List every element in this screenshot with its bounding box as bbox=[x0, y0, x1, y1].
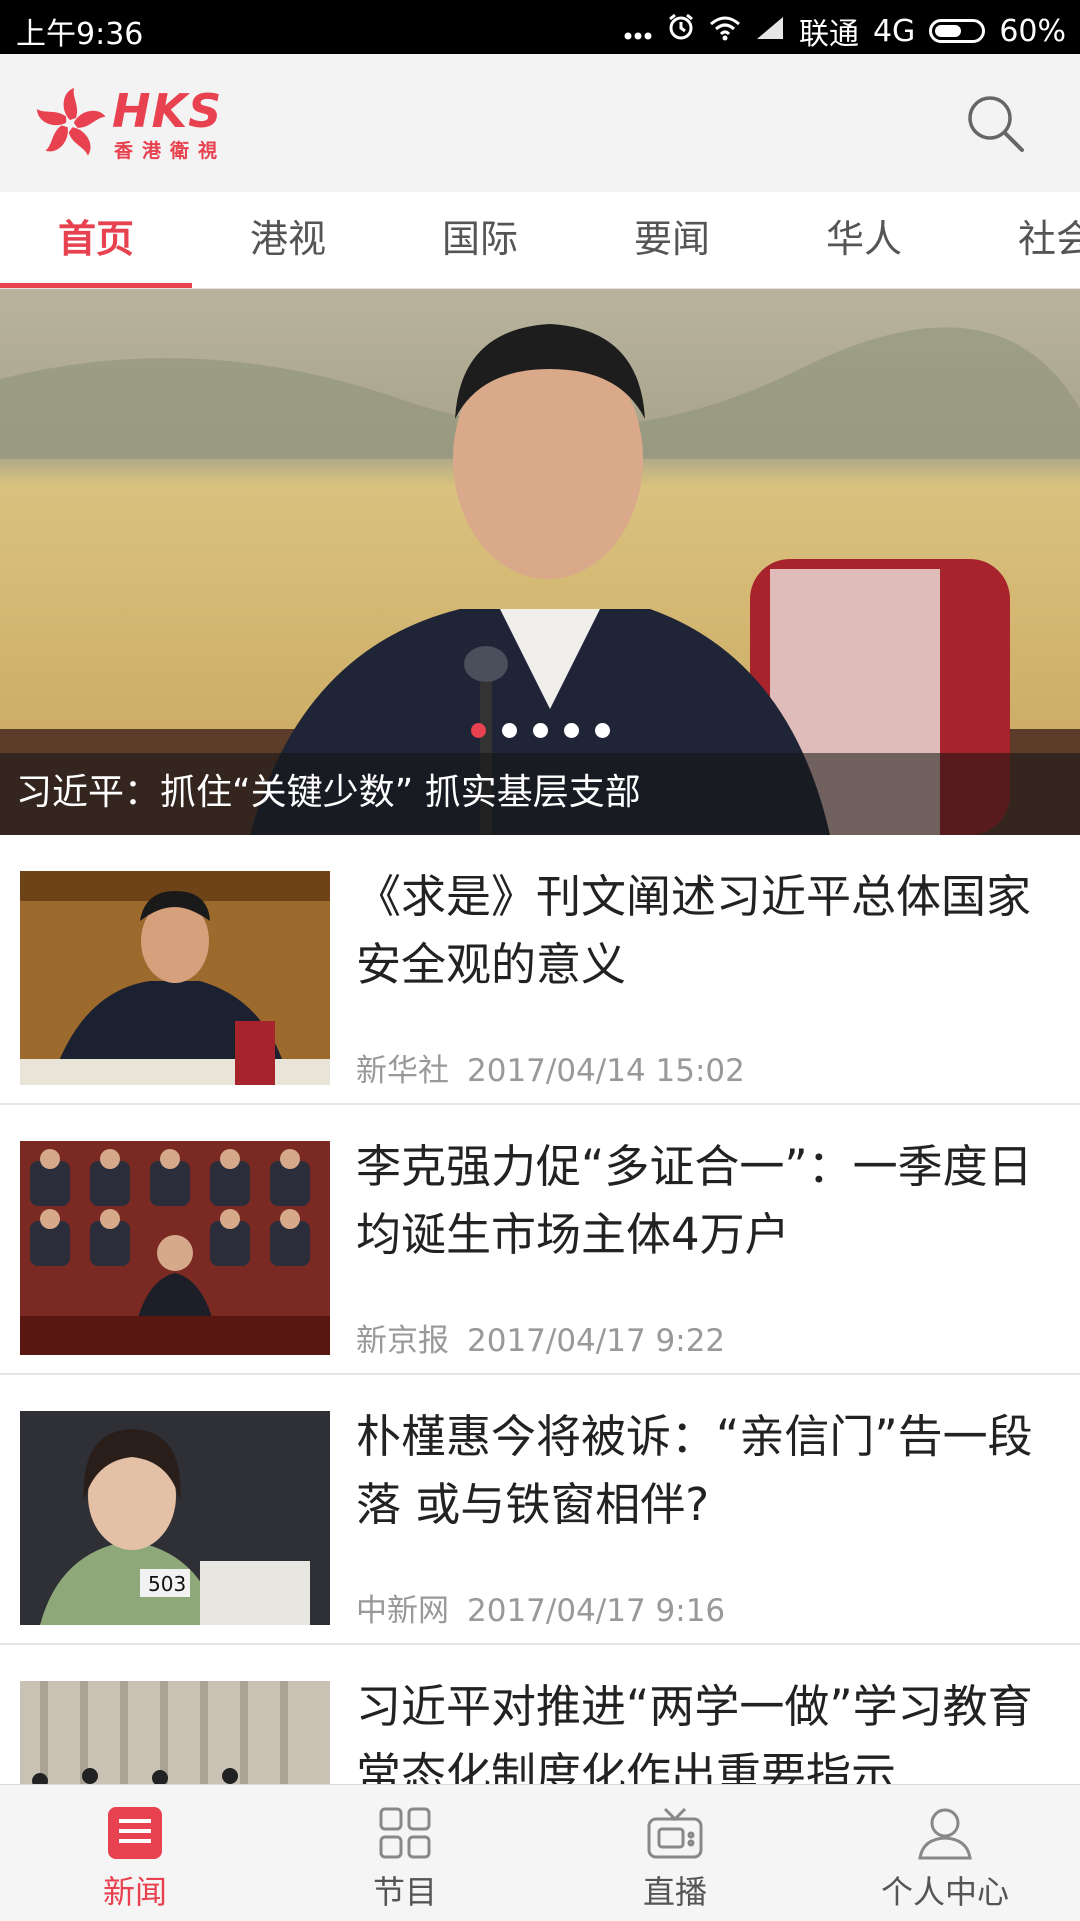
carousel-indicators bbox=[0, 723, 1080, 742]
news-time: 2017/04/17 9:16 bbox=[467, 1593, 726, 1629]
tab-home[interactable]: 首页 bbox=[0, 192, 192, 288]
nav-live-label: 直播 bbox=[642, 1873, 707, 1911]
carrier-label: 联通 bbox=[798, 17, 859, 52]
carousel-dot[interactable] bbox=[563, 723, 579, 738]
search-icon bbox=[968, 96, 1024, 152]
carousel-dot[interactable] bbox=[532, 723, 548, 738]
tv-icon bbox=[647, 1807, 703, 1859]
bauhinia-icon bbox=[36, 88, 106, 156]
network-type: 4G bbox=[872, 13, 916, 49]
bottom-nav: 新闻 节目 直播 个人中心 bbox=[0, 1784, 1080, 1921]
tab-headlines[interactable]: 要闻 bbox=[576, 192, 768, 288]
status-time: 上午9:36 bbox=[16, 17, 144, 52]
nav-news-label: 新闻 bbox=[102, 1873, 167, 1911]
wifi-icon bbox=[709, 14, 741, 49]
category-tabs: 首页 港视 国际 要闻 华人 社会 bbox=[0, 192, 1080, 289]
news-source: 新京报 bbox=[356, 1323, 449, 1359]
alarm-icon bbox=[667, 13, 695, 49]
carousel-dot[interactable] bbox=[594, 723, 610, 738]
news-source: 中新网 bbox=[356, 1593, 449, 1629]
tab-chinese[interactable]: 华人 bbox=[768, 192, 960, 288]
news-meta: 新华社 2017/04/14 15:02 bbox=[356, 1045, 745, 1090]
news-meta: 中新网 2017/04/17 9:16 bbox=[356, 1585, 725, 1630]
news-list: 《求是》刊文阐述习近平总体国家安全观的意义 新华社 2017/04/14 15:0… bbox=[0, 835, 1080, 1785]
news-item[interactable]: 503 朴槿惠今将被诉：“亲信门”告一段落 或与铁窗相伴? 中新网 2017/04… bbox=[0, 1375, 1080, 1645]
nav-profile[interactable]: 个人中心 bbox=[810, 1785, 1080, 1921]
news-title: 习近平对推进“两学一做”学习教育常态化制度化作出重要指示 bbox=[356, 1680, 1033, 1785]
tab-international[interactable]: 国际 bbox=[384, 192, 576, 288]
news-thumbnail: 503 bbox=[20, 1411, 330, 1625]
logo-text: HKS bbox=[112, 84, 223, 138]
grid-icon bbox=[379, 1807, 431, 1859]
battery-percent: 60% bbox=[999, 13, 1066, 49]
news-title: 《求是》刊文阐述习近平总体国家安全观的意义 bbox=[356, 870, 1032, 991]
news-item[interactable]: 《求是》刊文阐述习近平总体国家安全观的意义 新华社 2017/04/14 15:0… bbox=[0, 835, 1080, 1105]
battery-icon bbox=[929, 19, 986, 43]
user-icon bbox=[918, 1808, 972, 1860]
status-bar: 上午9:36 联通 4G 60% bbox=[0, 0, 1080, 54]
news-time: 2017/04/14 15:02 bbox=[467, 1053, 745, 1089]
news-thumbnail bbox=[20, 871, 330, 1085]
tab-society[interactable]: 社会 bbox=[960, 192, 1080, 288]
news-time: 2017/04/17 9:22 bbox=[467, 1323, 726, 1359]
signal-icon bbox=[755, 14, 785, 49]
search-button[interactable] bbox=[964, 92, 1028, 156]
news-icon bbox=[108, 1807, 162, 1859]
nav-profile-label: 个人中心 bbox=[880, 1873, 1009, 1911]
news-source: 新华社 bbox=[356, 1053, 449, 1089]
tab-hk[interactable]: 港视 bbox=[192, 192, 384, 288]
hero-caption: 习近平：抓住“关键少数” 抓实基层支部 bbox=[16, 772, 641, 813]
news-meta: 新京报 2017/04/17 9:22 bbox=[356, 1315, 725, 1360]
news-title: 朴槿惠今将被诉：“亲信门”告一段落 或与铁窗相伴? bbox=[356, 1410, 1033, 1531]
nav-programs-label: 节目 bbox=[372, 1873, 437, 1911]
app-logo: HKS 香港衛視 bbox=[30, 84, 250, 164]
nav-news[interactable]: 新闻 bbox=[0, 1785, 270, 1921]
carousel-dot[interactable] bbox=[470, 723, 486, 738]
logo-subtitle: 香港衛視 bbox=[114, 140, 227, 162]
svg-text:503: 503 bbox=[148, 1572, 186, 1596]
carousel-dot[interactable] bbox=[501, 723, 517, 738]
news-item[interactable]: 李克强力促“多证合一”：一季度日均诞生市场主体4万户 新京报 2017/04/17… bbox=[0, 1105, 1080, 1375]
more-dots-icon bbox=[623, 14, 653, 49]
news-item[interactable]: 习近平对推进“两学一做”学习教育常态化制度化作出重要指示 bbox=[0, 1645, 1080, 1785]
nav-programs[interactable]: 节目 bbox=[270, 1785, 540, 1921]
news-thumbnail bbox=[20, 1141, 330, 1355]
app-header: HKS 香港衛視 bbox=[0, 54, 1080, 192]
news-thumbnail bbox=[20, 1681, 330, 1785]
news-title: 李克强力促“多证合一”：一季度日均诞生市场主体4万户 bbox=[356, 1140, 1033, 1261]
nav-live[interactable]: 直播 bbox=[540, 1785, 810, 1921]
hero-carousel[interactable]: 习近平：抓住“关键少数” 抓实基层支部 bbox=[0, 289, 1080, 835]
